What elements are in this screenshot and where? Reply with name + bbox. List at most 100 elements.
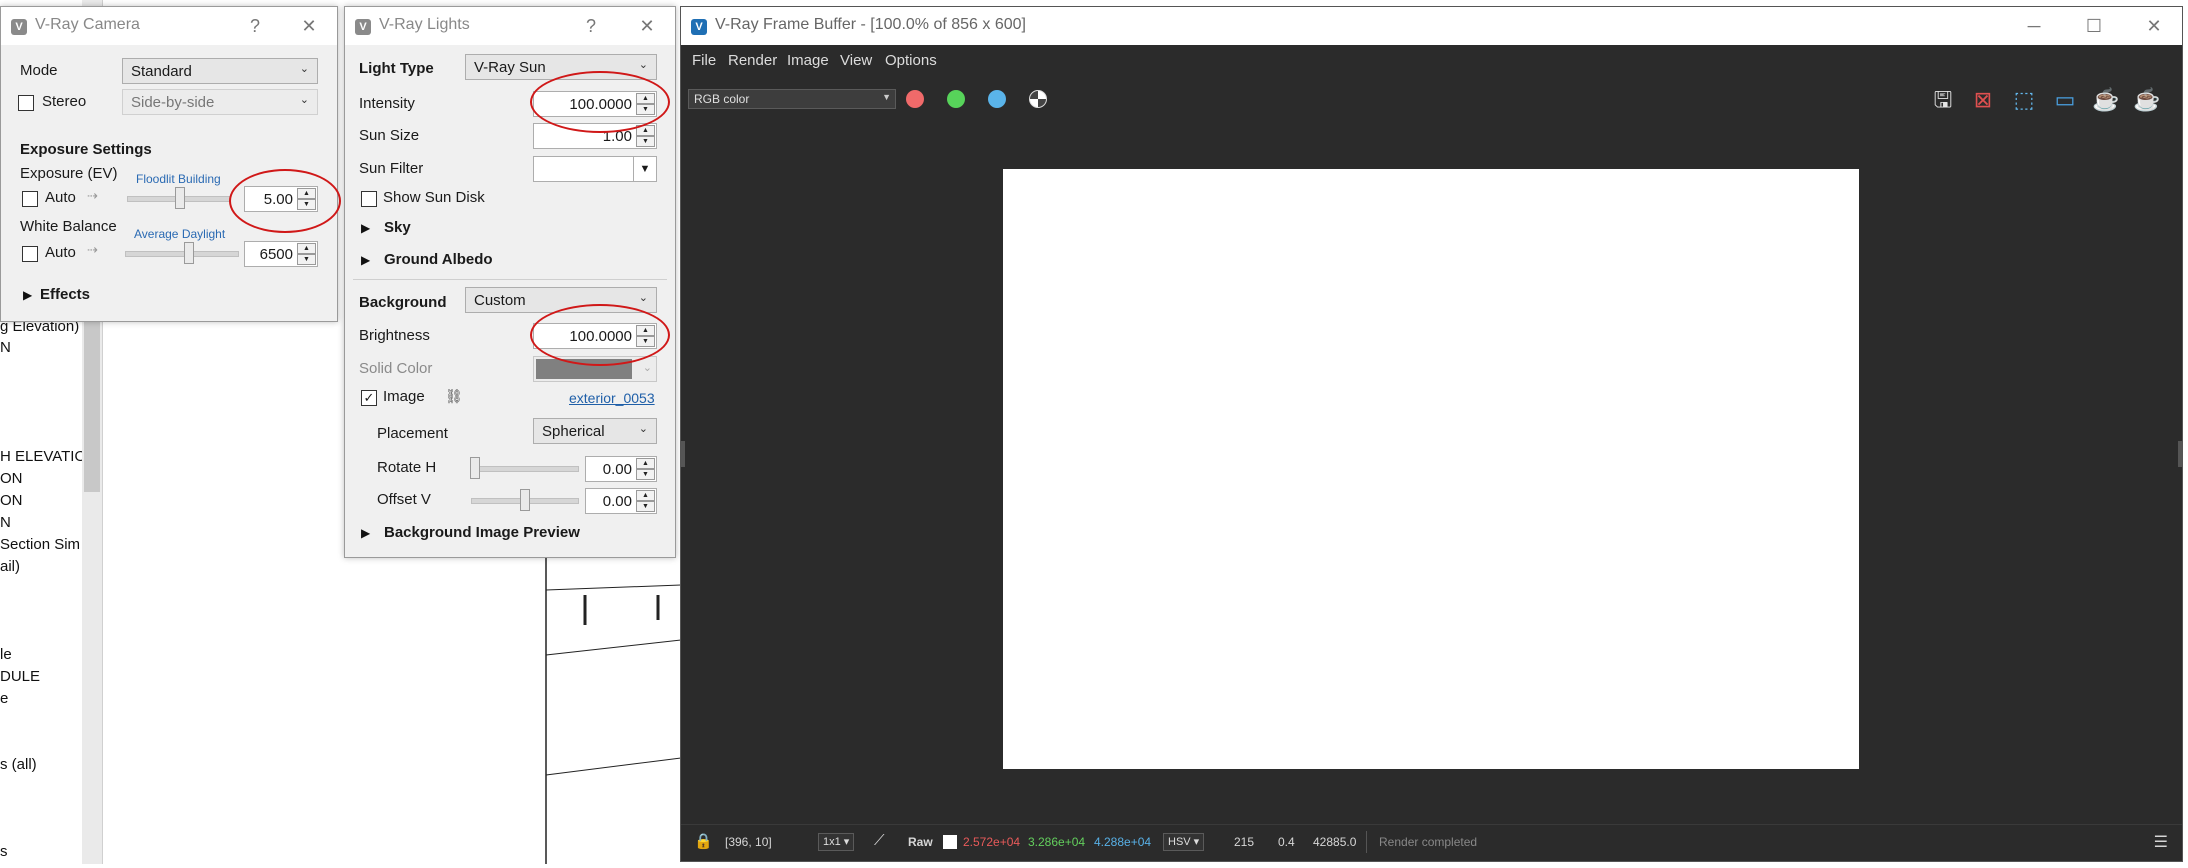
list-item[interactable]: e [0,690,8,707]
wb-auto-checkbox[interactable] [22,246,38,262]
mode-value: Standard [131,63,192,80]
exposure-slider[interactable] [127,187,231,209]
slider-handle[interactable] [470,457,480,479]
list-item[interactable]: le [0,646,12,663]
offset-v-spinner[interactable]: 0.00 ▲ ▼ [585,488,657,514]
exposure-auto-checkbox[interactable] [22,191,38,207]
green-channel-toggle[interactable] [947,90,965,108]
camera-titlebar[interactable]: V V-Ray Camera ? ✕ [1,7,337,45]
mode-select[interactable]: Standard ⌄ [122,58,318,84]
maximize-button[interactable]: ☐ [2080,13,2108,39]
list-item[interactable]: s [0,843,8,860]
stereo-checkbox[interactable] [18,95,34,111]
slider-handle[interactable] [520,489,530,511]
blue-channel-toggle[interactable] [988,90,1006,108]
rotate-h-slider[interactable] [470,457,579,479]
effects-rollout[interactable]: Effects [40,286,90,303]
region-render-icon[interactable]: ⬚ [2009,85,2039,115]
frame-buffer-window: V V-Ray Frame Buffer - [100.0% of 856 x … [680,6,2183,862]
expand-triangle-icon[interactable]: ▶ [23,288,32,302]
spin-down-icon[interactable]: ▼ [636,501,655,512]
lock-icon[interactable]: 🔒 [694,832,713,850]
menu-options[interactable]: Options [885,52,937,69]
exposure-label: Exposure (EV) [20,165,118,182]
exposure-settings-heading: Exposure Settings [20,141,152,158]
rendered-image[interactable] [1003,169,1859,769]
rotate-h-value: 0.00 [602,461,632,478]
clear-image-icon[interactable]: ⊠ [1968,85,1998,115]
bg-image-preview-rollout[interactable]: Background Image Preview [384,524,580,541]
spin-up-icon[interactable]: ▲ [636,490,655,501]
close-button[interactable]: ✕ [2140,13,2168,39]
close-button[interactable]: ✕ [633,13,661,39]
channel-select[interactable]: RGB color ▼ [688,89,896,109]
chevron-down-icon[interactable]: ▼ [633,157,656,181]
spin-up-icon[interactable]: ▲ [297,243,316,254]
texture-link[interactable]: exterior_0053 [569,390,655,406]
render-teapot-icon[interactable]: ☕ [2132,85,2162,115]
offset-v-slider[interactable] [471,489,579,511]
slider-handle[interactable] [175,187,185,209]
wb-slider[interactable] [125,242,239,264]
vfb-titlebar[interactable]: V V-Ray Frame Buffer - [100.0% of 856 x … [681,7,2182,45]
color-space-select[interactable]: HSV ▾ [1163,833,1205,851]
color-space-value: HSV [1168,836,1191,848]
link-arrow-icon[interactable]: ⇢ [87,242,98,258]
light-type-label: Light Type [359,60,434,77]
light-type-value: V-Ray Sun [474,59,546,76]
spin-down-icon[interactable]: ▼ [636,469,655,480]
list-item[interactable]: DULE [0,668,40,685]
chain-link-icon[interactable]: ⛓ [445,388,463,405]
help-button[interactable]: ? [577,13,605,39]
close-button[interactable]: ✕ [295,13,323,39]
list-item[interactable]: ON [0,470,23,487]
spin-down-icon[interactable]: ▼ [297,254,316,265]
wb-auto-label: Auto [45,244,76,261]
menu-file[interactable]: File [692,52,716,69]
help-button[interactable]: ? [241,13,269,39]
minimize-button[interactable]: ─ [2020,13,2048,39]
placement-select[interactable]: Spherical ⌄ [533,418,657,444]
expand-triangle-icon[interactable]: ▶ [361,253,370,267]
spin-up-icon[interactable]: ▲ [636,458,655,469]
rotate-h-spinner[interactable]: 0.00 ▲ ▼ [585,456,657,482]
stop-render-icon[interactable]: ☕ [2091,85,2121,115]
show-history-icon[interactable]: ▭ [2050,85,2080,115]
menu-image[interactable]: Image [787,52,829,69]
sun-filter-swatch[interactable]: ▼ [533,156,657,182]
list-item[interactable]: N [0,339,11,356]
show-sun-disk-checkbox[interactable] [361,191,377,207]
slider-handle[interactable] [184,242,194,264]
lights-titlebar[interactable]: V V-Ray Lights ? ✕ [345,7,675,45]
red-channel-toggle[interactable] [906,90,924,108]
menu-view[interactable]: View [840,52,872,69]
right-splitter-handle[interactable] [2178,441,2182,467]
list-item[interactable]: H ELEVATIO [0,448,86,465]
stereo-mode-select[interactable]: Side-by-side ⌄ [122,89,318,115]
list-item[interactable]: s (all) [0,756,37,773]
scrollbar-thumb[interactable] [84,310,100,492]
expand-triangle-icon[interactable]: ▶ [361,221,370,235]
list-item[interactable]: N [0,514,11,531]
list-item[interactable]: Section Sim [0,536,80,553]
wb-spinner[interactable]: 6500 ▲ ▼ [244,241,318,267]
raw-mode-label: Raw [908,835,933,849]
list-item[interactable]: ON [0,492,23,509]
background-label: Background [359,294,447,311]
save-image-icon[interactable]: 🖫 [1928,85,1958,115]
sky-rollout[interactable]: Sky [384,219,411,236]
menu-render[interactable]: Render [728,52,777,69]
log-toggle-icon[interactable]: ☰ [2154,832,2168,852]
ground-albedo-rollout[interactable]: Ground Albedo [384,251,493,268]
stereo-label: Stereo [42,93,87,110]
link-arrow-icon[interactable]: ⇢ [87,188,98,204]
list-item[interactable]: ail) [0,558,20,575]
left-splitter-handle[interactable] [681,441,685,467]
expand-triangle-icon[interactable]: ▶ [361,526,370,540]
image-checkbox[interactable]: ✓ [361,390,377,406]
spin-down-icon[interactable]: ▼ [636,136,655,147]
status-divider [1366,831,1367,853]
curve-icon[interactable]: ⟋ [874,832,885,849]
ratio-select[interactable]: 1x1 ▾ [818,833,855,851]
alpha-channel-icon[interactable] [1029,90,1047,108]
